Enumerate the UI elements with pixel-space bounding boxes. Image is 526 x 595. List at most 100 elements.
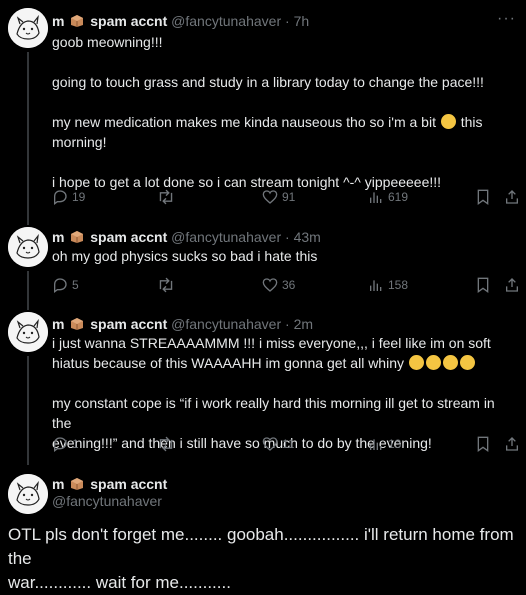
share-icon bbox=[506, 437, 518, 451]
share-icon bbox=[506, 190, 518, 204]
tweet-header: m spam accnt bbox=[52, 475, 167, 493]
avatar[interactable] bbox=[8, 8, 48, 48]
views-button[interactable]: 13 bbox=[368, 434, 401, 454]
package-emoji-icon bbox=[70, 14, 84, 28]
bookmark-icon bbox=[477, 189, 489, 205]
package-emoji-icon bbox=[70, 317, 84, 331]
avatar[interactable] bbox=[8, 312, 48, 352]
action-bar: 5 36 158 bbox=[52, 275, 522, 295]
tweet-text-part: this bbox=[460, 114, 483, 130]
bookmark-icon bbox=[477, 277, 489, 293]
avatar-drawing-icon bbox=[8, 227, 48, 267]
reply-count: 5 bbox=[72, 278, 79, 292]
display-name[interactable]: m bbox=[52, 229, 64, 245]
display-name-suffix[interactable]: spam accnt bbox=[90, 13, 167, 29]
repost-icon bbox=[159, 436, 173, 452]
display-name-suffix[interactable]: spam accnt bbox=[90, 316, 167, 332]
display-name[interactable]: m bbox=[52, 13, 64, 29]
reply-icon bbox=[54, 437, 67, 452]
views-icon bbox=[370, 439, 382, 450]
tweet-line: i just wanna STREAAAAMMM !!! i miss ever… bbox=[52, 335, 491, 351]
repost-button[interactable] bbox=[157, 275, 175, 295]
like-button[interactable]: 11 bbox=[262, 434, 294, 454]
display-name[interactable]: m bbox=[52, 316, 64, 332]
more-icon[interactable]: ··· bbox=[497, 10, 516, 28]
heart-icon bbox=[262, 278, 278, 292]
timestamp[interactable]: 2m bbox=[294, 316, 313, 332]
avatar[interactable] bbox=[8, 474, 48, 514]
like-button[interactable]: 36 bbox=[262, 275, 295, 295]
views-icon bbox=[370, 280, 382, 291]
package-emoji-icon bbox=[70, 477, 84, 491]
like-button[interactable]: 91 bbox=[262, 187, 295, 207]
tweet-1[interactable]: m spam accnt @fancytunahaver · 7h ··· go… bbox=[0, 0, 526, 225]
crying-emoji-icon bbox=[459, 355, 475, 370]
crying-emoji-icon bbox=[408, 355, 424, 370]
tweet-line: hiatus because of this WAAAAHH im gonna … bbox=[52, 353, 518, 373]
tweet-text: goob meowning!!! going to touch grass an… bbox=[52, 32, 518, 192]
share-button[interactable] bbox=[504, 187, 520, 207]
handle[interactable]: @fancytunahaver bbox=[171, 229, 281, 245]
reply-count: 19 bbox=[72, 190, 86, 204]
tweet-line: my constant cope is “if i work really ha… bbox=[52, 395, 495, 431]
bookmark-icon bbox=[477, 436, 489, 452]
tweet-header: m spam accnt @fancytunahaver · 7h bbox=[52, 12, 309, 30]
share-button[interactable] bbox=[504, 275, 520, 295]
heart-icon bbox=[262, 190, 278, 204]
reply-button[interactable]: 1 bbox=[52, 434, 79, 454]
tweet-header: m spam accnt @fancytunahaver · 43m bbox=[52, 228, 321, 246]
bookmark-button[interactable] bbox=[476, 275, 490, 295]
repost-button[interactable] bbox=[157, 434, 175, 454]
reply-count: 1 bbox=[72, 437, 79, 451]
tweet-line: war............ wait for me........... bbox=[8, 573, 231, 592]
crying-emoji-icon bbox=[425, 355, 441, 370]
separator-dot: · bbox=[285, 13, 290, 29]
repost-icon bbox=[159, 277, 173, 293]
avatar-drawing-icon bbox=[8, 312, 48, 352]
timestamp[interactable]: 43m bbox=[294, 229, 321, 245]
bookmark-button[interactable] bbox=[476, 187, 490, 207]
thread-line bbox=[27, 356, 29, 465]
tweet-text-part: my new medication makes me kinda nauseou… bbox=[52, 114, 436, 130]
separator-dot: · bbox=[285, 316, 290, 332]
thread-line bbox=[27, 271, 29, 310]
thread-line bbox=[27, 52, 29, 225]
display-name-suffix[interactable]: spam accnt bbox=[90, 229, 167, 245]
avatar-drawing-icon bbox=[8, 8, 48, 48]
reply-icon bbox=[54, 190, 67, 205]
avatar[interactable] bbox=[8, 227, 48, 267]
tweet-3[interactable]: m spam accnt @fancytunahaver · 2m i just… bbox=[0, 310, 526, 465]
repost-icon bbox=[159, 189, 173, 205]
share-button[interactable] bbox=[504, 434, 520, 454]
handle[interactable]: @fancytunahaver bbox=[171, 13, 281, 29]
tweet-line: morning! bbox=[52, 134, 107, 150]
views-button[interactable]: 619 bbox=[368, 187, 408, 207]
tweet-header: m spam accnt @fancytunahaver · 2m bbox=[52, 315, 313, 333]
tweet-line: my new medication makes me kinda nauseou… bbox=[52, 112, 518, 132]
repost-button[interactable] bbox=[157, 187, 175, 207]
separator-dot: · bbox=[285, 229, 290, 245]
tweet-4-focused[interactable]: m spam accnt @fancytunahaver OTL pls don… bbox=[0, 465, 526, 592]
handle[interactable]: @fancytunahaver bbox=[52, 493, 162, 509]
bookmark-button[interactable] bbox=[476, 434, 490, 454]
crying-emoji-icon bbox=[442, 355, 458, 370]
reply-button[interactable]: 19 bbox=[52, 187, 85, 207]
handle[interactable]: @fancytunahaver bbox=[171, 316, 281, 332]
like-count: 36 bbox=[282, 278, 296, 292]
reply-button[interactable]: 5 bbox=[52, 275, 79, 295]
views-button[interactable]: 158 bbox=[368, 275, 408, 295]
view-count: 158 bbox=[388, 278, 409, 292]
tweet-line: going to touch grass and study in a libr… bbox=[52, 74, 484, 90]
action-bar: 1 11 13 bbox=[52, 434, 522, 454]
share-icon bbox=[506, 278, 518, 292]
display-name-suffix[interactable]: spam accnt bbox=[90, 476, 167, 492]
view-count: 13 bbox=[388, 437, 402, 451]
tweet-2[interactable]: m spam accnt @fancytunahaver · 43m oh my… bbox=[0, 225, 526, 310]
views-icon bbox=[370, 192, 382, 203]
nauseous-emoji-icon bbox=[440, 114, 456, 129]
tweet-line: goob meowning!!! bbox=[52, 34, 163, 50]
timestamp[interactable]: 7h bbox=[294, 13, 310, 29]
display-name[interactable]: m bbox=[52, 476, 64, 492]
like-count: 91 bbox=[282, 190, 296, 204]
tweet-text-part: hiatus because of this WAAAAHH im gonna … bbox=[52, 355, 404, 371]
